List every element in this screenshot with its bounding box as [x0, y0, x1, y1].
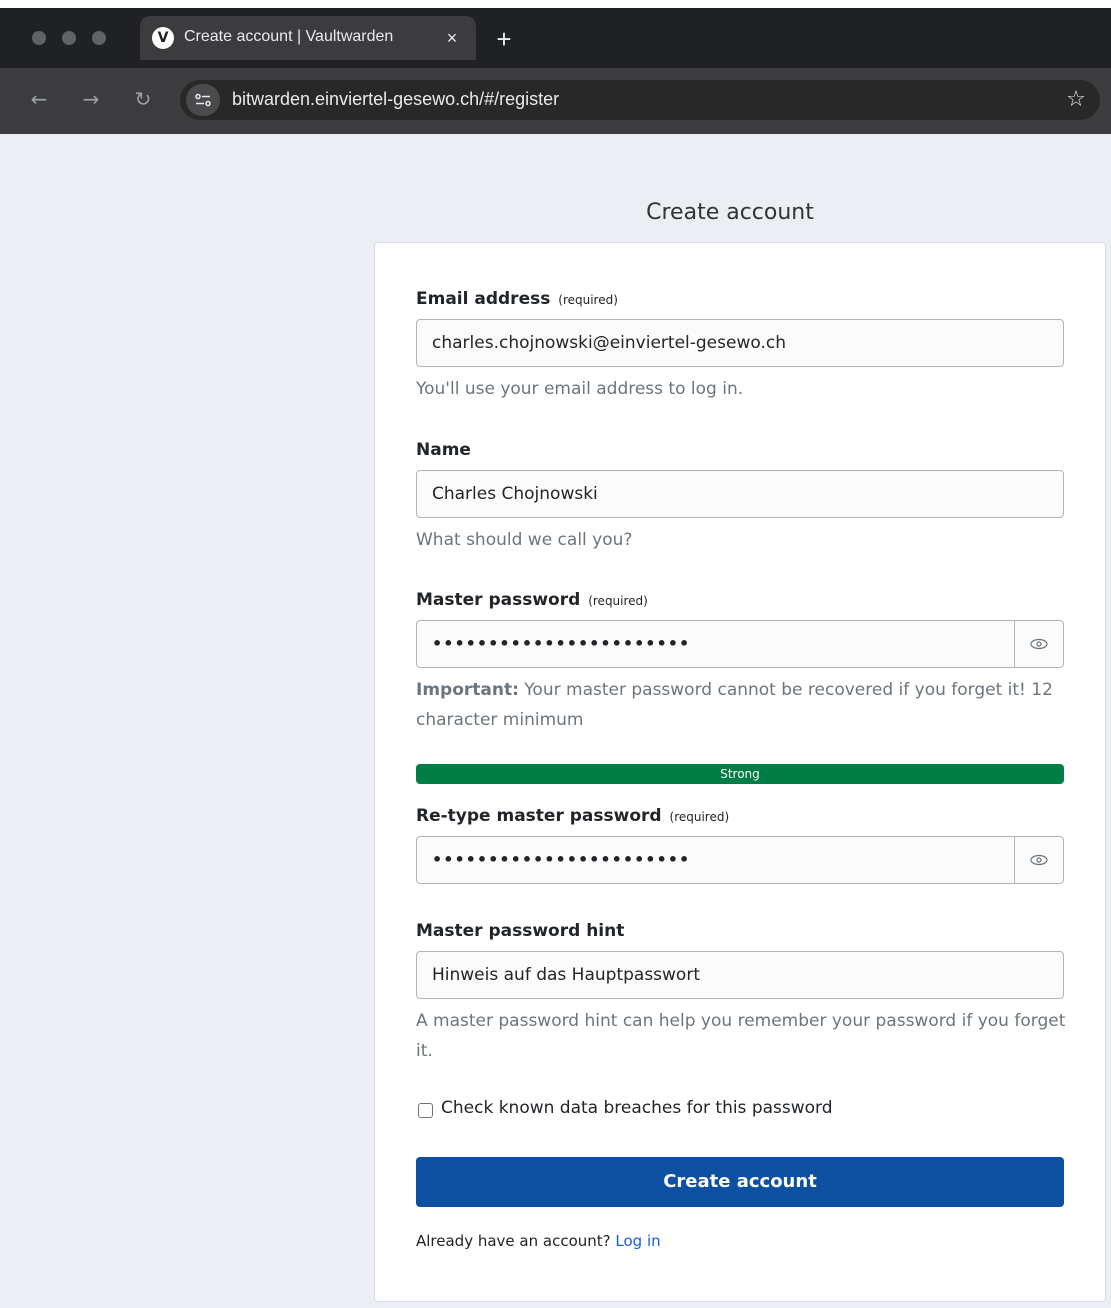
url-text: bitwarden.einviertel-gesewo.ch/#/registe…: [232, 89, 560, 109]
reload-icon[interactable]: ↻: [130, 86, 156, 112]
back-icon[interactable]: ←: [26, 86, 52, 112]
password-strength-label: Strong: [720, 767, 760, 781]
browser-toolbar: ← → ↻ bitwarden.einviertel-gesewo.ch/#/r…: [0, 68, 1111, 134]
breach-check-checkbox[interactable]: [418, 1103, 433, 1118]
toggle-password-visibility-button[interactable]: [1015, 620, 1064, 668]
name-label: Name: [416, 440, 471, 460]
tab-title: Create account | Vaultwarden: [184, 28, 394, 45]
page-body: Create account Email address (required) …: [0, 134, 1111, 1308]
email-field[interactable]: charles.chojnowski@einviertel-gesewo.ch: [416, 319, 1064, 367]
vaultwarden-logo-icon: V: [152, 27, 174, 49]
toggle-retype-visibility-button[interactable]: [1015, 836, 1064, 884]
password-hint-label: Master password hint: [416, 921, 625, 941]
master-password-help: Important: Your master password cannot b…: [416, 675, 1066, 735]
required-tag: (required): [558, 293, 618, 307]
eye-icon: [1030, 638, 1048, 650]
retype-password-field[interactable]: •••••••••••••••••••••••: [416, 836, 1015, 884]
breach-check-label[interactable]: Check known data breaches for this passw…: [441, 1098, 833, 1118]
browser-tab-bar: V Create account | Vaultwarden × +: [0, 8, 1111, 68]
master-password-label-text: Master password: [416, 590, 581, 610]
retype-password-label: Re-type master password (required): [416, 806, 729, 826]
email-label-text: Email address: [416, 289, 551, 309]
bookmark-star-icon[interactable]: ☆: [1062, 86, 1090, 114]
page-title: Create account: [646, 200, 814, 225]
login-prompt: Already have an account?: [416, 1232, 611, 1250]
eye-icon: [1030, 854, 1048, 866]
window-close-dot[interactable]: [32, 31, 46, 45]
window-zoom-dot[interactable]: [92, 31, 106, 45]
email-help: You'll use your email address to log in.: [416, 379, 744, 399]
required-tag: (required): [588, 594, 648, 608]
register-form-card: Email address (required) charles.chojnow…: [374, 242, 1106, 1302]
required-tag: (required): [669, 810, 730, 824]
password-strength-meter: Strong: [416, 764, 1064, 784]
password-hint-help: A master password hint can help you reme…: [416, 1011, 1066, 1061]
retype-password-label-text: Re-type master password: [416, 806, 662, 826]
site-info-icon[interactable]: [186, 84, 220, 116]
email-label: Email address (required): [416, 289, 618, 309]
plus-icon[interactable]: +: [490, 26, 518, 54]
close-icon[interactable]: ×: [440, 26, 464, 50]
name-help: What should we call you?: [416, 530, 633, 550]
login-prompt-row: Already have an account? Log in: [416, 1232, 661, 1250]
forward-icon[interactable]: →: [78, 86, 104, 112]
name-field[interactable]: Charles Chojnowski: [416, 470, 1064, 518]
browser-tab[interactable]: V Create account | Vaultwarden ×: [140, 16, 476, 60]
password-hint-field[interactable]: Hinweis auf das Hauptpasswort: [416, 951, 1064, 999]
master-password-field[interactable]: •••••••••••••••••••••••: [416, 620, 1015, 668]
create-account-button[interactable]: Create account: [416, 1157, 1064, 1207]
important-note: Important:: [416, 680, 519, 700]
login-link[interactable]: Log in: [615, 1232, 660, 1250]
address-bar[interactable]: bitwarden.einviertel-gesewo.ch/#/registe…: [180, 80, 1100, 120]
master-password-label: Master password (required): [416, 590, 648, 610]
window-minimize-dot[interactable]: [62, 31, 76, 45]
